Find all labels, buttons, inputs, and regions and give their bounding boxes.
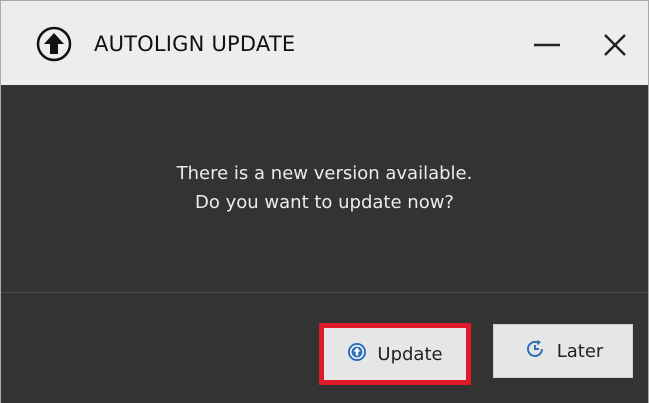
upload-circle-icon <box>347 342 367 367</box>
upload-arrow-icon <box>36 26 72 62</box>
update-dialog: AUTOLIGN UPDATE There is a new version a… <box>0 0 649 403</box>
close-icon[interactable] <box>597 21 643 67</box>
clock-refresh-icon <box>523 337 547 366</box>
title-bar[interactable]: AUTOLIGN UPDATE <box>1 1 648 85</box>
dialog-body: There is a new version available. Do you… <box>1 85 648 292</box>
later-button-label: Later <box>556 340 604 362</box>
message-line-2: Do you want to update now? <box>195 192 454 213</box>
update-button[interactable]: Update <box>319 323 471 385</box>
update-message: There is a new version available. Do you… <box>1 159 648 217</box>
message-line-1: There is a new version available. <box>176 163 473 184</box>
window-title: AUTOLIGN UPDATE <box>94 32 296 56</box>
minimize-icon[interactable] <box>527 21 573 67</box>
update-button-label: Update <box>377 343 443 365</box>
dialog-footer: Update Later <box>1 293 648 403</box>
later-button[interactable]: Later <box>493 324 633 378</box>
